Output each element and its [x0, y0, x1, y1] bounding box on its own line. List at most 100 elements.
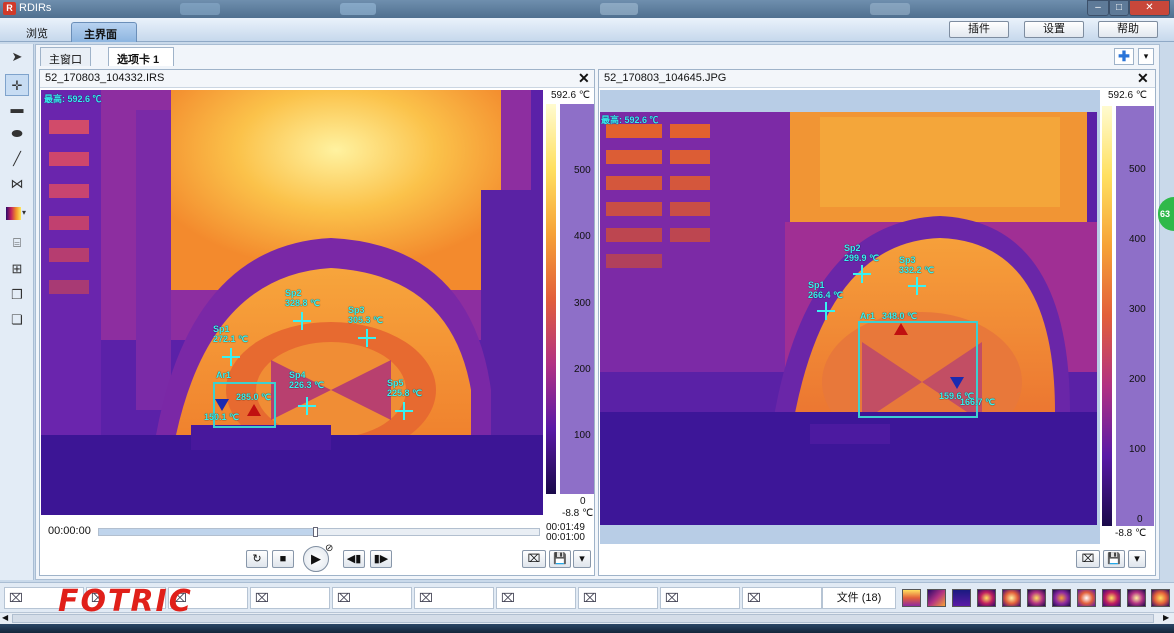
left-sp3-marker[interactable] — [358, 329, 376, 347]
left-sp2-marker[interactable] — [293, 312, 311, 330]
left-close-icon[interactable]: ✕ — [578, 70, 590, 87]
files-count-button[interactable]: 文件 (18) — [822, 587, 896, 609]
spot-tool-icon[interactable]: ✛ — [5, 74, 29, 96]
horizontal-scrollbar[interactable]: ◀ ▶ — [0, 612, 1174, 624]
palette-ironbow[interactable] — [902, 589, 921, 607]
playback-thumb[interactable] — [312, 527, 318, 537]
playback-track[interactable] — [98, 527, 540, 537]
right-save-icon[interactable]: 💾 — [1103, 550, 1125, 568]
camera-icon: ⌧ — [583, 591, 597, 605]
edge-badge[interactable]: 63 — [1158, 197, 1174, 231]
right-max-label: 最高: 592.6 ℃ — [601, 115, 659, 125]
thumbnail-slot[interactable]: ⌧ — [742, 587, 822, 609]
right-more-button[interactable]: ▾ — [1128, 550, 1146, 568]
left-more-button[interactable]: ▾ — [573, 550, 591, 568]
left-tick-300: 300 — [574, 298, 591, 309]
blurred-region — [340, 3, 376, 15]
left-snapshot-icon[interactable]: ⌧ — [522, 550, 546, 568]
scrollbar-thumb[interactable] — [12, 614, 1154, 623]
left-sp5-label: Sp5 225.8 ℃ — [387, 378, 422, 398]
right-sp2-marker[interactable] — [853, 265, 871, 283]
left-sp1-temp: 272.1 ℃ — [213, 334, 249, 344]
left-sp5-marker[interactable] — [395, 402, 413, 420]
right-ar1-min-temp2: 166.7 ℃ — [960, 397, 996, 407]
add-tab-button[interactable]: ✚ — [1114, 48, 1134, 65]
tab-main-window[interactable]: 主窗口 — [40, 47, 91, 66]
tab-menu-button[interactable]: ▾ — [1138, 48, 1154, 65]
right-sp3-marker[interactable] — [908, 277, 926, 295]
left-sp3-temp: 305.3 ℃ — [348, 315, 384, 325]
right-ar1-max-temp: 348.0 ℃ — [882, 311, 918, 321]
ellipse-tool-icon[interactable]: ⬬ — [5, 123, 29, 145]
palette-swatch[interactable] — [1127, 589, 1146, 607]
right-scale-top: 592.6 ℃ — [1108, 90, 1148, 101]
thumbnail-slot[interactable]: ⌧ — [496, 587, 576, 609]
palette-swatch[interactable] — [1151, 589, 1170, 607]
left-panel-header: 52_170803_104332.IRS — [40, 70, 594, 88]
thumbnail-slot[interactable]: ⌧ — [660, 587, 740, 609]
next-frame-button[interactable]: ▮▶ — [370, 550, 392, 568]
thumbnail-slot[interactable]: ⌧ — [414, 587, 494, 609]
copy-icon[interactable]: ❐ — [5, 284, 29, 306]
left-tick-400: 400 — [574, 231, 591, 242]
thumbnail-slot[interactable]: ⌧ — [250, 587, 330, 609]
window-title: RDIRs — [19, 2, 52, 14]
paste-icon[interactable]: ❏ — [5, 309, 29, 331]
scroll-left-icon[interactable]: ◀ — [2, 613, 8, 622]
left-tick-100: 100 — [574, 430, 591, 441]
help-button[interactable]: 帮助 — [1098, 21, 1158, 38]
thumbnail-slot[interactable]: ⌧ — [332, 587, 412, 609]
left-sp4-name: Sp4 — [289, 370, 306, 380]
scroll-right-icon[interactable]: ▶ — [1163, 613, 1169, 622]
right-close-icon[interactable]: ✕ — [1137, 70, 1149, 87]
right-thermal-art — [600, 112, 1097, 525]
close-window-button[interactable]: ✕ — [1129, 0, 1170, 16]
left-save-icon[interactable]: 💾 — [549, 550, 571, 568]
plugin-button[interactable]: 插件 — [949, 21, 1009, 38]
right-panel-header: 52_170803_104645.JPG — [599, 70, 1155, 88]
line-tool-icon[interactable]: ╱ — [5, 148, 29, 170]
camera-icon: ⌧ — [255, 591, 269, 605]
tab-option-1[interactable]: 选项卡 1 ✕ — [108, 47, 174, 80]
palette-swatch[interactable] — [1052, 589, 1071, 607]
palette-swatch[interactable] — [927, 589, 946, 607]
palette-swatch[interactable] — [1002, 589, 1021, 607]
left-sp4-marker[interactable] — [298, 397, 316, 415]
camera-icon: ⌧ — [501, 591, 515, 605]
maximize-button[interactable]: □ — [1109, 0, 1129, 16]
camera-icon: ⌧ — [419, 591, 433, 605]
right-max-marker-icon — [894, 323, 908, 335]
camera-icon: ⌧ — [337, 591, 351, 605]
tool-column: ➤ ✛ ▬ ⬬ ╱ ⋈ ▾ ⌸ ⊞ ❐ ❏ — [0, 44, 34, 580]
rectangle-tool-icon[interactable]: ▬ — [5, 98, 29, 120]
palette-swatch[interactable] — [1077, 589, 1096, 607]
center-icon[interactable]: ⊞ — [5, 258, 29, 280]
palette-swatch[interactable] — [952, 589, 971, 607]
minimize-button[interactable]: – — [1087, 0, 1109, 16]
right-color-scale — [1102, 106, 1112, 526]
palette-swatch[interactable] — [977, 589, 996, 607]
polyline-tool-icon[interactable]: ⋈ — [5, 173, 29, 195]
tab-browse[interactable]: 浏览 — [14, 22, 60, 42]
right-thermal-image[interactable] — [600, 112, 1097, 525]
palette-swatch[interactable] — [1027, 589, 1046, 607]
thumbnail-slot[interactable]: ⌧ — [578, 587, 658, 609]
right-snapshot-icon[interactable]: ⌧ — [1076, 550, 1100, 568]
right-tick-0: 0 — [1137, 514, 1143, 525]
right-tick-500: 500 — [1129, 164, 1146, 175]
tab-main[interactable]: 主界面 — [71, 22, 137, 42]
right-sp1-marker[interactable] — [817, 302, 835, 320]
isotherm-icon[interactable]: ⌸ — [5, 232, 29, 254]
loop-icon[interactable]: ⊘ — [325, 543, 333, 554]
right-min-marker-icon — [950, 377, 964, 389]
palette-swatch[interactable] — [1102, 589, 1121, 607]
prev-frame-button[interactable]: ◀▮ — [343, 550, 365, 568]
left-tick-200: 200 — [574, 364, 591, 375]
stop-button[interactable]: ■ — [272, 550, 294, 568]
left-sp1-marker[interactable] — [222, 348, 240, 366]
palette-icon[interactable]: ▾ — [5, 202, 29, 224]
replay-button[interactable]: ↻ — [246, 550, 268, 568]
right-ar1-name: Ar1 — [860, 311, 876, 321]
settings-button[interactable]: 设置 — [1024, 21, 1084, 38]
pointer-icon[interactable]: ➤ — [5, 46, 29, 68]
